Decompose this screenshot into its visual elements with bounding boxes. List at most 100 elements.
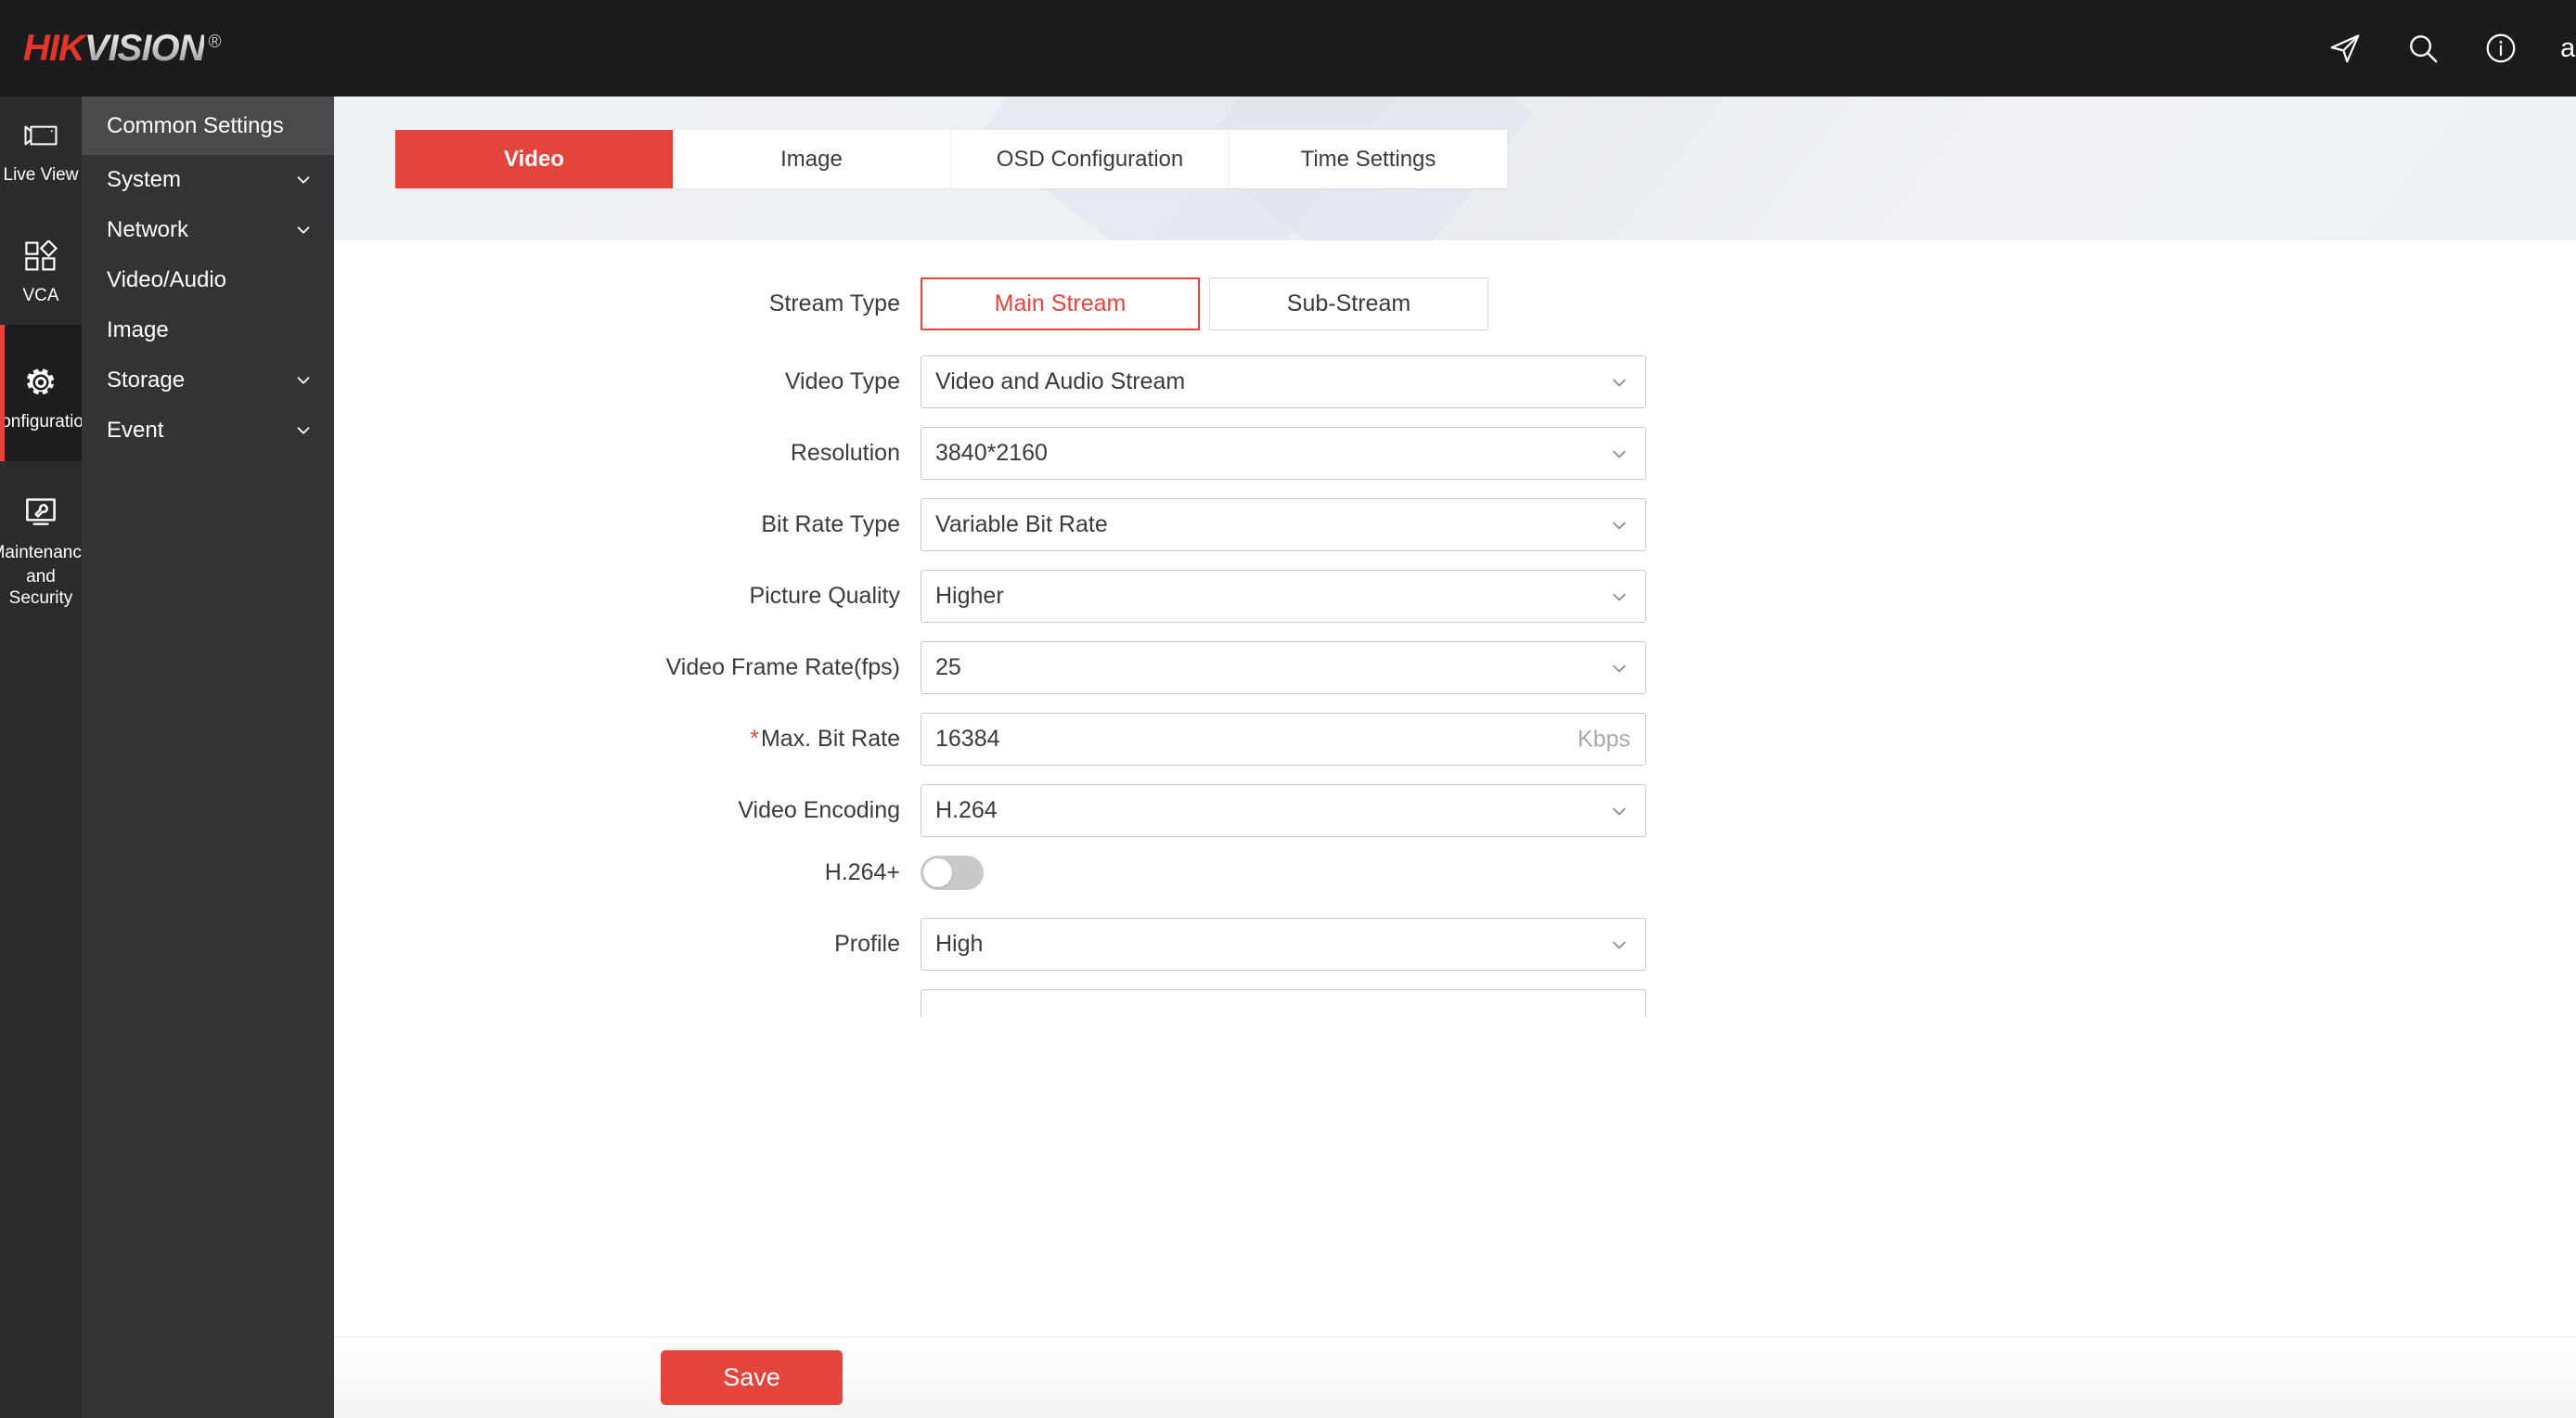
- form-row-max-bit-rate: *Max. Bit Rate 16384 Kbps: [334, 713, 2576, 766]
- video-encoding-select[interactable]: H.264: [921, 784, 1646, 837]
- subnav-item-network[interactable]: Network: [82, 205, 334, 255]
- max-bit-rate-label: *Max. Bit Rate: [334, 726, 921, 753]
- bit-rate-type-value: Variable Bit Rate: [935, 511, 1108, 537]
- video-encoding-value: H.264: [935, 797, 998, 823]
- bit-rate-type-label: Bit Rate Type: [761, 511, 900, 537]
- profile-label: Profile: [834, 931, 900, 957]
- subnav-item-event[interactable]: Event: [82, 406, 334, 456]
- max-bit-rate-value: 16384: [935, 726, 1000, 752]
- tab-bar: Video Image OSD Configuration Time Setti…: [395, 130, 1507, 188]
- max-bit-rate-unit: Kbps: [1578, 726, 1630, 752]
- h264-plus-label: H.264+: [824, 859, 900, 885]
- secondary-nav: Common Settings System Network Video/Aud…: [82, 97, 334, 1418]
- subnav-item-label: Storage: [107, 367, 186, 393]
- content-area: Video Image OSD Configuration Time Setti…: [334, 97, 2576, 1418]
- send-icon[interactable]: [2326, 30, 2363, 67]
- tab-time-settings[interactable]: Time Settings: [1230, 130, 1507, 188]
- hikvision-web-ui: HIK VISION ® a Live View VCA onfiguratio…: [0, 0, 2576, 1418]
- subnav-item-label: System: [107, 167, 182, 192]
- video-frame-rate-label: Video Frame Rate(fps): [665, 654, 900, 680]
- video-frame-rate-select[interactable]: 25: [921, 641, 1646, 694]
- video-settings-form: Stream Type Main Stream Sub-Stream Video…: [334, 240, 2576, 1336]
- chevron-down-icon: [1608, 657, 1630, 679]
- rail-item-label: Live View: [3, 165, 79, 185]
- chevron-down-icon: [293, 170, 314, 190]
- subnav-item-label: Video/Audio: [107, 267, 226, 292]
- form-row-picture-quality: Picture Quality Higher: [334, 570, 2576, 623]
- video-type-value: Video and Audio Stream: [935, 368, 1186, 394]
- profile-select[interactable]: High: [921, 918, 1646, 971]
- resolution-label: Resolution: [790, 440, 900, 466]
- save-button[interactable]: Save: [661, 1350, 843, 1405]
- chevron-down-icon: [1608, 800, 1630, 822]
- rail-item-live-view[interactable]: Live View: [0, 97, 82, 204]
- picture-quality-value: Higher: [935, 583, 1004, 609]
- subnav-item-storage[interactable]: Storage: [82, 355, 334, 406]
- form-row-bit-rate-type: Bit Rate Type Variable Bit Rate: [334, 498, 2576, 551]
- max-bit-rate-input[interactable]: 16384 Kbps: [921, 713, 1646, 766]
- camera-icon: [22, 117, 59, 154]
- chevron-down-icon: [293, 220, 314, 240]
- gear-icon: [23, 364, 58, 401]
- form-row-profile: Profile High: [334, 918, 2576, 971]
- required-asterisk-icon: *: [750, 726, 759, 752]
- rail-item-vca[interactable]: VCA: [0, 204, 82, 325]
- rail-item-label: Configuration: [0, 412, 94, 432]
- clipped-select[interactable]: [921, 989, 1646, 1017]
- grid-shapes-icon: [24, 238, 58, 275]
- video-encoding-label: Video Encoding: [738, 797, 900, 823]
- tab-osd-configuration[interactable]: OSD Configuration: [951, 130, 1230, 188]
- header-actions: admi: [2326, 30, 2576, 67]
- tab-image[interactable]: Image: [673, 130, 951, 188]
- monitor-wrench-icon: [23, 495, 58, 532]
- chevron-down-icon: [293, 420, 314, 441]
- rail-item-label: VCA: [22, 286, 59, 306]
- info-icon[interactable]: [2482, 30, 2519, 67]
- rail-item-maintenance-and-security[interactable]: Maintenance and Security: [0, 461, 91, 628]
- segmented-gap: [1200, 277, 1209, 330]
- form-footer: Save: [334, 1336, 2576, 1418]
- top-header: HIK VISION ® a: [0, 0, 2576, 97]
- subnav-item-label: Image: [107, 317, 169, 342]
- form-row-stream-type: Stream Type Main Stream Sub-Stream: [334, 277, 2576, 330]
- registered-trademark-icon: ®: [208, 32, 221, 52]
- stream-type-option-sub-stream[interactable]: Sub-Stream: [1209, 277, 1488, 330]
- subnav-item-label: Network: [107, 217, 189, 242]
- stream-type-option-main-stream[interactable]: Main Stream: [921, 277, 1200, 330]
- primary-nav-rail: Live View VCA Configuration: [0, 97, 94, 1418]
- user-account-label[interactable]: admi: [2560, 33, 2576, 64]
- rail-item-configuration[interactable]: Configuration: [0, 325, 94, 461]
- subnav-item-video-audio[interactable]: Video/Audio: [82, 255, 334, 305]
- chevron-down-icon: [1608, 514, 1630, 536]
- toggle-knob: [923, 858, 952, 887]
- subnav-item-image[interactable]: Image: [82, 305, 334, 355]
- tab-bar-banner: Video Image OSD Configuration Time Setti…: [334, 97, 2576, 240]
- logo-hik-text: HIK: [23, 27, 85, 69]
- tab-video[interactable]: Video: [395, 130, 673, 188]
- form-row-video-encoding: Video Encoding H.264: [334, 784, 2576, 837]
- chevron-down-icon: [1608, 934, 1630, 956]
- hikvision-logo: HIK VISION ®: [23, 27, 221, 70]
- video-type-select[interactable]: Video and Audio Stream: [921, 355, 1646, 408]
- resolution-select[interactable]: 3840*2160: [921, 427, 1646, 480]
- form-row-video-frame-rate: Video Frame Rate(fps) 25: [334, 641, 2576, 694]
- subnav-item-system[interactable]: System: [82, 155, 334, 205]
- video-type-label: Video Type: [784, 368, 900, 394]
- stream-type-label: Stream Type: [768, 290, 900, 316]
- bit-rate-type-select[interactable]: Variable Bit Rate: [921, 498, 1646, 551]
- chevron-down-icon: [293, 370, 314, 391]
- logo-vision-text: VISION: [84, 27, 206, 69]
- search-icon[interactable]: [2404, 30, 2441, 67]
- subnav-item-common-settings[interactable]: Common Settings: [82, 97, 334, 155]
- rail-item-label-line2: and Security: [8, 566, 73, 608]
- picture-quality-label: Picture Quality: [749, 583, 900, 609]
- picture-quality-select[interactable]: Higher: [921, 570, 1646, 623]
- form-row-video-type: Video Type Video and Audio Stream: [334, 355, 2576, 408]
- subnav-item-label: Event: [107, 418, 164, 443]
- form-row-resolution: Resolution 3840*2160: [334, 427, 2576, 480]
- chevron-down-icon: [1608, 443, 1630, 465]
- chevron-down-icon: [1608, 371, 1630, 393]
- form-row-clipped: [334, 989, 2576, 1017]
- video-frame-rate-value: 25: [935, 654, 961, 680]
- h264-plus-toggle[interactable]: [921, 856, 984, 890]
